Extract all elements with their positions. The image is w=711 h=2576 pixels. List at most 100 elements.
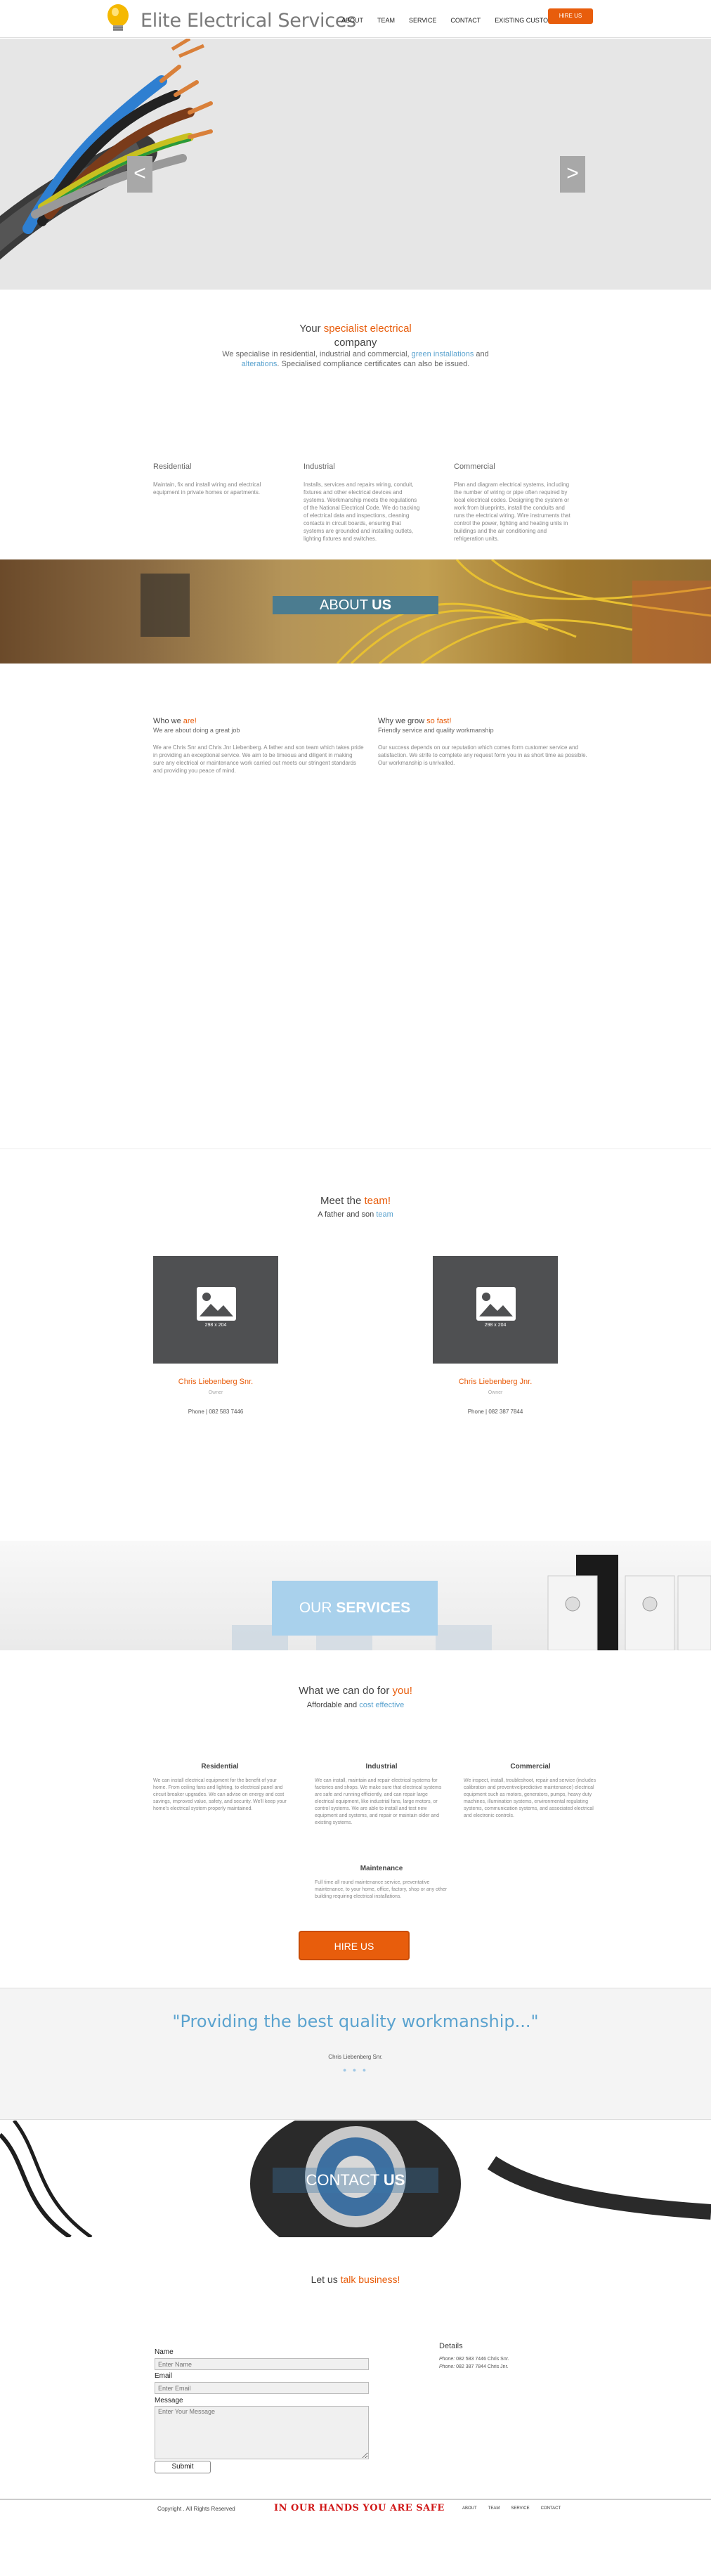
nav-item-contact[interactable]: CONTACT — [443, 17, 488, 24]
placeholder-size-text: 298 x 204 — [204, 1323, 227, 1328]
who-subtitle: We are about doing a great job — [153, 727, 240, 734]
banner-text: OUR — [299, 1600, 337, 1616]
team-subheading: A father and son team — [0, 1210, 711, 1219]
footer-nav: ABOUT TEAM SERVICE CONTACT — [457, 2506, 566, 2511]
heading-highlight: team! — [364, 1195, 391, 1207]
member-name: Chris Liebenberg Snr. — [178, 1378, 254, 1386]
service-maintenance: Maintenance Full time all round maintena… — [315, 1865, 448, 1901]
image-placeholder-icon — [476, 1287, 516, 1321]
green-installations-link[interactable]: green installations — [412, 350, 474, 358]
nav-item-service[interactable]: SERVICE — [402, 17, 443, 24]
banner-text-bold: SERVICES — [336, 1600, 411, 1616]
hire-us-button[interactable]: HIRE US — [299, 1931, 410, 1960]
service-title: Residential — [201, 1763, 239, 1771]
service-title: Maintenance — [360, 1865, 403, 1872]
description-text: and — [474, 350, 489, 358]
heading-text: company — [334, 337, 377, 349]
services-subheading: Affordable and cost effective — [0, 1701, 711, 1709]
sector-text: Installs, services and repairs wiring, c… — [304, 481, 420, 542]
title-highlight: are! — [183, 717, 197, 725]
subheading-text: Affordable and — [306, 1701, 360, 1709]
sector-title: Commercial — [454, 462, 495, 471]
service-text: We can install, maintain and repair elec… — [315, 1778, 442, 1825]
why-title: Why we grow so fast! — [378, 717, 589, 725]
placeholder-size-text: 298 x 204 — [484, 1323, 507, 1328]
member-name: Chris Liebenberg Jnr. — [458, 1378, 533, 1386]
sector-industrial: Industrial Installs, services and repair… — [304, 462, 423, 543]
specialist-heading: Your specialist electrical company — [0, 322, 711, 350]
banner-text: ABOUT — [320, 597, 372, 613]
who-text: We are Chris Snr and Chris Jnr Liebenber… — [153, 744, 364, 774]
member-phone: Phone | 082 387 7844 — [467, 1409, 523, 1415]
footer-nav-service[interactable]: SERVICE — [505, 2506, 535, 2511]
cable-wires-image — [0, 39, 711, 290]
testimonial-pagination[interactable]: ● ● ● — [0, 2066, 711, 2073]
subheading-highlight: team — [376, 1210, 393, 1219]
footer-nav-contact[interactable]: CONTACT — [535, 2506, 567, 2511]
footer-divider — [0, 2499, 711, 2500]
banner-text-bold: US — [383, 2171, 405, 2189]
sector-residential: Residential Maintain, fix and install wi… — [153, 462, 273, 496]
name-label: Name — [155, 2348, 174, 2356]
service-title: Industrial — [365, 1763, 398, 1771]
sector-commercial: Commercial Plan and diagram electrical s… — [454, 462, 573, 543]
nav-item-team[interactable]: TEAM — [370, 17, 402, 24]
footer-copyright: Copyright . All Rights Reserved — [157, 2506, 235, 2512]
contact-heading: Let us talk business! — [0, 2274, 711, 2285]
description-text: . Specialised compliance certificates ca… — [277, 360, 470, 368]
sector-title: Industrial — [304, 462, 335, 471]
team-photo-placeholder: 298 x 204 — [153, 1256, 278, 1364]
details-heading: Details — [439, 2342, 463, 2350]
about-us-label: ABOUT US — [273, 596, 438, 614]
heading-highlight: you! — [392, 1685, 412, 1697]
service-text: We can install electrical equipment for … — [153, 1778, 287, 1811]
footer-nav-team[interactable]: TEAM — [483, 2506, 506, 2511]
testimonial-quote: "Providing the best quality workmanship.… — [172, 2012, 539, 2031]
heading-highlight: specialist electrical — [323, 323, 412, 335]
email-input[interactable] — [155, 2382, 369, 2394]
why-we-grow: Why we grow so fast! Friendly service an… — [378, 717, 589, 767]
detail-phone-2: Phone: 082 387 7844 Chris Jnr. — [439, 2364, 508, 2369]
slider-next-button[interactable]: > — [560, 156, 585, 193]
phone-label: Phone: — [439, 2357, 457, 2362]
phone-value: 082 583 7446 Chris Snr. — [456, 2357, 509, 2362]
team-photo-placeholder: 298 x 204 — [433, 1256, 558, 1364]
heading-text: Your — [299, 323, 324, 335]
name-input[interactable] — [155, 2358, 369, 2370]
subheading-highlight: cost effective — [359, 1701, 405, 1709]
who-we-are: Who we are! We are about doing a great j… — [153, 717, 364, 775]
footer-nav-about[interactable]: ABOUT — [457, 2506, 483, 2511]
title-text: Why we grow — [378, 717, 427, 725]
site-header: Elite Electrical Services ABOUT TEAM SER… — [0, 0, 711, 38]
message-textarea[interactable] — [155, 2406, 369, 2459]
heading-text: What we can do for — [299, 1685, 393, 1697]
email-label: Email — [155, 2372, 173, 2380]
team-heading: Meet the team! — [0, 1195, 711, 1207]
service-commercial: Commercial We inspect, install, troubles… — [464, 1763, 597, 1820]
phone-label: Phone: — [439, 2364, 457, 2369]
lightbulb-logo-icon[interactable] — [104, 3, 135, 34]
member-role: Owner — [208, 1390, 223, 1395]
testimonial-author: Chris Liebenberg Snr. — [328, 2054, 383, 2060]
service-title: Commercial — [510, 1763, 551, 1771]
specialist-description: We specialise in residential, industrial… — [218, 349, 493, 369]
heading-highlight: talk business! — [340, 2274, 400, 2285]
nav-item-about[interactable]: ABOUT — [334, 17, 370, 24]
hire-us-button[interactable]: HIRE US — [548, 8, 593, 24]
why-text: Our success depends on our reputation wh… — [378, 744, 587, 766]
title-highlight: so fast! — [426, 717, 452, 725]
why-subtitle: Friendly service and quality workmanship — [378, 727, 494, 734]
slider-prev-button[interactable]: < — [127, 156, 152, 193]
sector-text: Plan and diagram electrical systems, inc… — [454, 481, 570, 542]
contact-us-label: CONTACT US — [273, 2168, 438, 2193]
heading-text: Let us — [311, 2274, 341, 2285]
section-divider — [0, 1148, 711, 1149]
member-role: Owner — [488, 1390, 503, 1395]
submit-button[interactable]: Submit — [155, 2461, 211, 2473]
banner-text-bold: US — [372, 597, 391, 613]
sector-text: Maintain, fix and install wiring and ele… — [153, 481, 261, 496]
alterations-link[interactable]: alterations — [242, 360, 278, 368]
main-nav: ABOUT TEAM SERVICE CONTACT EXISTING CUST… — [334, 17, 569, 24]
who-title: Who we are! — [153, 717, 364, 725]
site-logo-text[interactable]: Elite Electrical Services — [141, 10, 356, 32]
